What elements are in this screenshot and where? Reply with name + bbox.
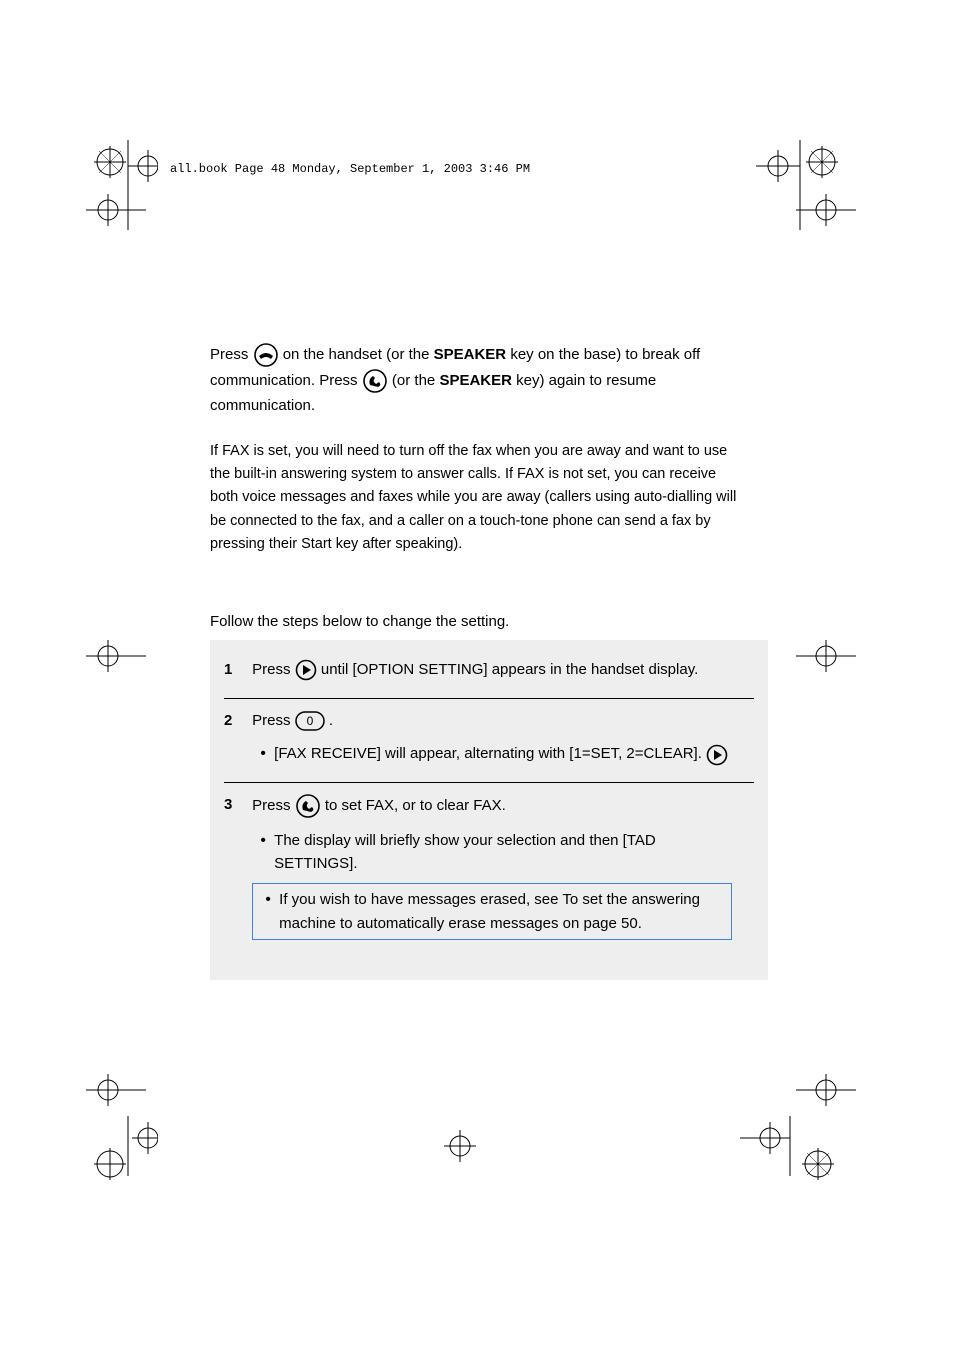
crop-mark-br2	[796, 1074, 856, 1114]
crop-mark-bl	[88, 1116, 158, 1186]
step-3-bullet-2: If you wish to have messages erased, see…	[279, 888, 727, 935]
step-3-num: 3	[224, 793, 248, 816]
crop-mark-br	[740, 1116, 850, 1186]
step-2-bullet: [FAX RECEIVE] will appear, alternating w…	[274, 745, 702, 762]
step-3: 3 Press to set FAX, or to clear FAX. • T…	[224, 782, 754, 956]
steps-box: 1 Press until [OPTION SETTING] appears i…	[210, 640, 768, 980]
crop-mark-bl2	[86, 1074, 146, 1114]
paragraph-1: Press on the handset (or the SPEAKER key…	[210, 342, 740, 418]
step-3-text-b: to set FAX, or	[325, 797, 420, 814]
talk-icon-2	[295, 793, 321, 819]
step-2-num: 2	[224, 709, 248, 732]
hangup-icon	[253, 342, 279, 368]
crop-mark-ml	[86, 640, 146, 680]
crop-mark-tl2	[86, 194, 146, 234]
step-2-text-a: Press	[252, 712, 295, 729]
step-1: 1 Press until [OPTION SETTING] appears i…	[224, 658, 754, 698]
step-1-num: 1	[224, 658, 248, 681]
p1-speaker-2: SPEAKER	[439, 372, 512, 389]
reference-link-box[interactable]: • If you wish to have messages erased, s…	[252, 883, 732, 940]
bullet-icon: •	[257, 888, 279, 935]
step-1-text-b: until [OPTION SETTING] appears in the ha…	[321, 661, 698, 678]
bullet-icon: •	[252, 742, 274, 766]
step-3-text-a: Press	[252, 797, 295, 814]
key-0-icon: 0	[295, 709, 325, 732]
step-2-text-b: .	[329, 712, 333, 729]
header-slug: all.book Page 48 Monday, September 1, 20…	[170, 162, 530, 176]
talk-icon	[362, 368, 388, 394]
p1-text-a: Press	[210, 346, 253, 363]
right-arrow-icon-2	[706, 743, 728, 766]
crop-mark-mr	[796, 640, 856, 680]
bullet-icon: •	[252, 829, 274, 876]
crop-mark-bc	[440, 1130, 480, 1170]
step-3-bullet-1: The display will briefly show your selec…	[274, 829, 732, 876]
p1-text-e: (or the	[392, 372, 440, 389]
svg-text:0: 0	[306, 714, 313, 728]
paragraph-3: Follow the steps below to change the set…	[210, 610, 740, 634]
step-2: 2 Press 0 . • [FAX RECEIVE] will appear,…	[224, 698, 754, 782]
paragraph-2: If FAX is set, you will need to turn off…	[210, 440, 740, 556]
crop-mark-tr2	[796, 194, 856, 234]
step-1-text-a: Press	[252, 661, 295, 678]
p1-speaker-1: SPEAKER	[434, 346, 507, 363]
right-arrow-icon	[295, 658, 317, 681]
step-3-text-c: to clear FAX.	[420, 797, 506, 814]
p1-text-b: on the handset (or the	[283, 346, 434, 363]
